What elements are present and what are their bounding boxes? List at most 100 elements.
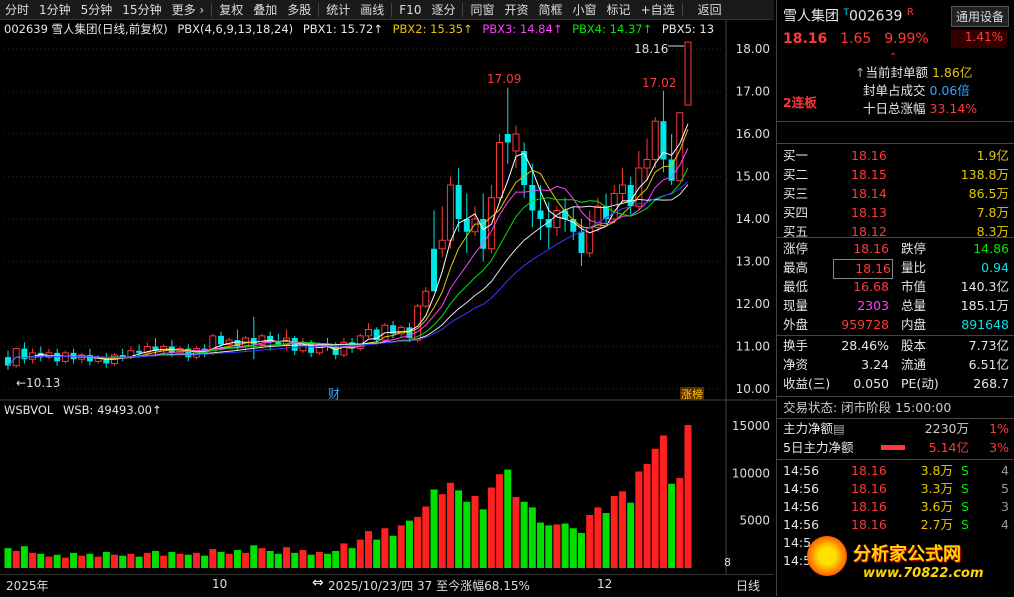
tick-time: 14:56	[783, 481, 820, 496]
tick-row: 14:56 18.16 2.7万 S 4	[783, 516, 1009, 534]
volume-bar	[143, 552, 151, 568]
ma-line-pbx5	[7, 184, 689, 366]
stats-row: 收益(三) 0.050 PE(动) 268.7	[783, 375, 1009, 393]
last-price: 18.16	[783, 31, 828, 47]
pbx2-value: PBX2: 15.35↑	[392, 22, 473, 36]
volume-bar	[373, 539, 381, 568]
candle-body-down	[521, 151, 528, 185]
stock-title: 002639 雪人集团(日线,前复权)	[4, 22, 168, 36]
industry-pct: 1.41%	[951, 30, 1007, 48]
stat-label: 总量	[901, 298, 927, 313]
divider	[777, 237, 1014, 238]
indicator-name: PBX(4,6,9,13,18,24)	[177, 22, 294, 36]
candle-body-down	[136, 350, 143, 353]
book-price: 18.15	[851, 167, 887, 182]
stats-row: 涨停 18.16 跌停 14.86	[783, 240, 1009, 258]
y-tick-label: 16.00	[736, 127, 770, 141]
volume-bar	[299, 550, 307, 568]
ma-line-pbx1	[7, 123, 689, 366]
order-book-row: 买四 18.13 7.8万	[783, 204, 1009, 222]
order-book-row: 买二 18.15 138.8万	[783, 166, 1009, 184]
volume-bar	[397, 525, 405, 568]
pbx3-value: PBX3: 14.84↑	[482, 22, 563, 36]
candle-body-up	[446, 184, 454, 241]
volume-bar	[242, 552, 250, 568]
candle-body-up	[651, 120, 659, 160]
tick-price: 18.16	[851, 499, 887, 514]
main-flow-row: 主力净额▤ 2230万 1%	[783, 421, 1009, 436]
streak-label: 2连板	[783, 95, 817, 110]
volume-bar	[332, 550, 340, 568]
book-price: 18.14	[851, 186, 887, 201]
candle-body-up	[635, 167, 643, 207]
volume-bar	[160, 555, 168, 568]
y-tick-label: 17.00	[736, 85, 770, 99]
high-annotation-1: 17.09	[487, 72, 521, 86]
list-icon[interactable]: ▤	[833, 421, 845, 436]
y-tick-label: 12.00	[736, 297, 770, 311]
stat-value: 18.16	[833, 259, 893, 279]
stat-label: 跌停	[901, 241, 927, 256]
high-annotation-2: 17.02	[642, 76, 676, 90]
volume-bar	[594, 507, 602, 568]
y-tick-label: 15.00	[736, 170, 770, 184]
volume-bar	[479, 509, 487, 568]
pbx4-value: PBX4: 14.37↑	[572, 22, 653, 36]
volume-bar	[274, 553, 282, 568]
volume-bar	[70, 552, 78, 568]
volume-bar	[364, 531, 372, 568]
chevron-up-icon[interactable]: ⌃	[889, 52, 897, 63]
volume-bar	[151, 550, 159, 568]
stat-value: 140.3亿	[960, 279, 1009, 294]
tick-row: 14:56 18.16 3.6万 S 3	[783, 498, 1009, 516]
volume-bar	[414, 516, 422, 568]
volume-bar	[471, 496, 479, 568]
volume-bar	[201, 555, 209, 568]
volume-bar	[446, 482, 454, 568]
book-volume: 7.8万	[976, 205, 1009, 220]
volume-bar	[78, 555, 86, 568]
volume-bar	[283, 547, 291, 568]
divider	[777, 396, 1014, 397]
volume-bar	[94, 556, 102, 568]
volume-bar	[520, 501, 528, 568]
tick-time: 14:56	[783, 499, 820, 514]
drag-handle-icon[interactable]: ⇔	[312, 575, 324, 591]
book-level: 买一	[783, 148, 809, 163]
candle-body-down	[463, 219, 470, 232]
divider	[777, 121, 1014, 122]
volume-bar	[455, 490, 463, 568]
candle-body-up	[684, 41, 692, 106]
stat-label: PE(动)	[901, 376, 939, 391]
tick-volume: 3.3万	[920, 481, 953, 496]
event-marker-zhangbang: 涨榜	[681, 387, 703, 401]
volume-bar	[610, 496, 618, 568]
industry-button[interactable]: 通用设备	[951, 6, 1010, 27]
book-volume: 1.9亿	[976, 148, 1009, 163]
tick-row: 14:56 18.16 3.8万 S 4	[783, 462, 1009, 480]
volume-bar	[676, 478, 684, 568]
seal-row: ↑当前封单额 1.86亿	[855, 65, 973, 80]
volume-indicator-name: WSBVOL	[4, 403, 54, 417]
volume-bar	[168, 551, 176, 568]
volume-bar	[602, 513, 610, 568]
volume-bar	[405, 520, 413, 568]
indicator-legend: 002639 雪人集团(日线,前复权) PBX(4,6,9,13,18,24) …	[4, 21, 720, 37]
stats-row: 净资 3.24 流通 6.51亿	[783, 356, 1009, 374]
tick-price: 18.16	[851, 481, 887, 496]
candle-body-up	[364, 329, 372, 337]
price-chart[interactable]: 18.00 17.00 16.00 15.00 14.00 13.00 12.00 11.00…	[0, 0, 776, 596]
volume-bar	[86, 553, 94, 568]
stat-value: 0.94	[981, 260, 1009, 275]
volume-tick-label: 10000	[732, 466, 770, 480]
volume-bar	[135, 556, 143, 568]
volume-bar	[422, 506, 430, 568]
tick-time: 14:56	[783, 517, 820, 532]
tick-side: S	[961, 517, 969, 532]
volume-bar	[627, 502, 635, 568]
book-price: 18.13	[851, 205, 887, 220]
volume-bar	[209, 549, 217, 568]
candle-body-down	[218, 335, 225, 345]
volume-bar	[684, 425, 692, 568]
period-label[interactable]: 日线	[736, 577, 760, 594]
